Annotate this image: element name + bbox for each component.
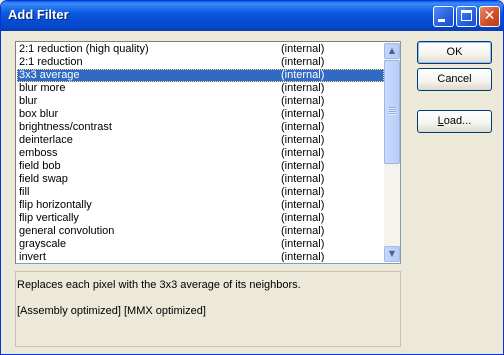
filter-name: flip vertically [19,212,79,224]
filter-list-rows: 2:1 reduction (high quality) (internal) 2:… [17,43,384,262]
filter-source: (internal) [281,186,325,198]
filter-source: (internal) [281,160,325,172]
filter-list-item[interactable]: flip vertically (internal) [17,212,384,225]
filter-list-item[interactable]: deinterlace (internal) [17,134,384,147]
window-title: Add Filter [8,7,69,22]
filter-source: (internal) [281,95,325,107]
filter-source: (internal) [281,147,325,159]
filter-name: brightness/contrast [19,121,112,133]
scrollbar-grip-icon [389,107,396,115]
maximize-icon [461,10,472,21]
filter-source: (internal) [281,121,325,133]
filter-list-item[interactable]: blur more (internal) [17,82,384,95]
filter-source: (internal) [281,69,325,81]
filter-list-item[interactable]: general convolution (internal) [17,225,384,238]
filter-name: general convolution [19,225,115,237]
filter-source: (internal) [281,238,325,250]
filter-list-item[interactable]: 3x3 average (internal) [17,69,384,82]
scroll-up-button[interactable]: ▲ [384,43,400,59]
minimize-button[interactable] [433,6,454,27]
filter-list-item[interactable]: flip horizontally (internal) [17,199,384,212]
filter-list-item[interactable]: 2:1 reduction (high quality) (internal) [17,43,384,56]
filter-description: Replaces each pixel with the 3x3 average… [17,279,301,291]
add-filter-dialog: Add Filter ✕ 2:1 reduction (high quality… [0,0,504,355]
filter-source: (internal) [281,82,325,94]
filter-list-item[interactable]: brightness/contrast (internal) [17,121,384,134]
filter-list-item[interactable]: field bob (internal) [17,160,384,173]
filter-list-item[interactable]: field swap (internal) [17,173,384,186]
filter-source: (internal) [281,173,325,185]
filter-name: field swap [19,173,68,185]
filter-name: fill [19,186,30,198]
filter-source: (internal) [281,56,325,68]
load-button[interactable]: Load... [417,110,492,133]
maximize-button[interactable] [456,6,477,27]
filter-name: grayscale [19,238,67,250]
filter-name: blur more [19,82,66,94]
cancel-button[interactable]: Cancel [417,68,492,91]
filter-name: 3x3 average [19,69,80,81]
filter-name: 2:1 reduction [19,56,83,68]
minimize-icon [438,19,445,22]
filter-source: (internal) [281,43,325,55]
filter-source: (internal) [281,212,325,224]
scrollbar-thumb[interactable] [384,60,400,164]
close-icon: ✕ [483,8,496,24]
filter-list-item[interactable]: box blur (internal) [17,108,384,121]
filter-list-item[interactable]: blur (internal) [17,95,384,108]
filter-name: deinterlace [19,134,73,146]
filter-source: (internal) [281,225,325,237]
scroll-down-button[interactable]: ▼ [384,246,400,262]
filter-name: blur [19,95,38,107]
filter-source: (internal) [281,134,325,146]
filter-list-item[interactable]: 2:1 reduction (internal) [17,56,384,69]
scroll-up-arrow-icon: ▲ [388,46,396,55]
filter-source: (internal) [281,108,325,120]
filter-name: 2:1 reduction (high quality) [19,43,149,55]
filter-name: invert [19,251,46,262]
filter-list-item[interactable]: invert (internal) [17,251,384,262]
scroll-down-arrow-icon: ▼ [388,249,396,258]
filter-list-scrollbar[interactable]: ▲ ▼ [384,43,400,262]
close-button[interactable]: ✕ [479,6,500,27]
filter-source: (internal) [281,199,325,211]
filter-description-box: Replaces each pixel with the 3x3 average… [15,271,401,347]
filter-name: field bob [19,160,61,172]
filter-name: emboss [19,147,58,159]
filter-list-item[interactable]: grayscale (internal) [17,238,384,251]
ok-button[interactable]: OK [417,41,492,64]
title-bar[interactable]: Add Filter ✕ [1,1,503,31]
load-label-rest: oad... [443,115,472,127]
filter-name: flip horizontally [19,199,92,211]
filter-optimizations: [Assembly optimized] [MMX optimized] [17,305,206,317]
filter-name: box blur [19,108,59,120]
filter-source: (internal) [281,251,325,262]
filter-list[interactable]: 2:1 reduction (high quality) (internal) 2:… [15,41,401,264]
filter-list-item[interactable]: emboss (internal) [17,147,384,160]
filter-list-item[interactable]: fill (internal) [17,186,384,199]
